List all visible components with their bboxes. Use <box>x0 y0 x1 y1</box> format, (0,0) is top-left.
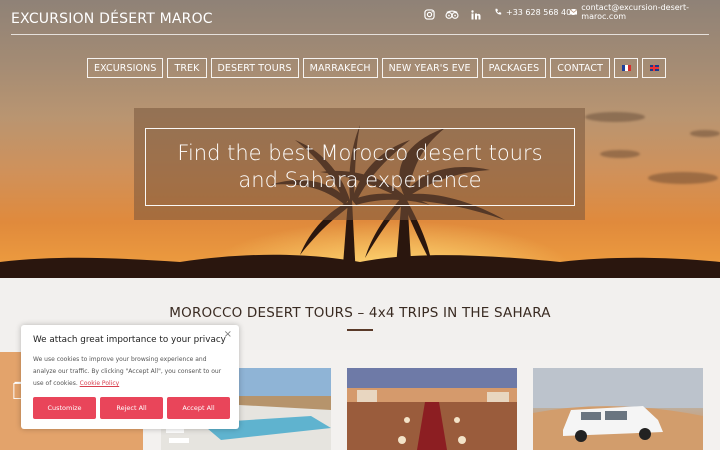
phone-icon <box>495 8 502 15</box>
email-contact[interactable]: contact@excursion-desert-maroc.com <box>570 3 720 21</box>
tripadvisor-icon[interactable] <box>445 5 461 24</box>
nav-item-contact[interactable]: CONTACT <box>550 58 611 78</box>
english-flag-icon <box>649 65 659 71</box>
nav-item-trek[interactable]: TREK <box>167 58 207 78</box>
nav-item-packages[interactable]: PACKAGES <box>481 58 547 78</box>
language-fr-button[interactable] <box>614 58 639 78</box>
title-underline <box>347 329 373 331</box>
tour-card-image[interactable] <box>347 368 517 450</box>
cookie-policy-link[interactable]: Cookie Policy <box>80 380 120 387</box>
accept-all-button[interactable]: Accept All <box>167 397 230 419</box>
cookie-description: We use cookies to improve your browsing … <box>33 354 227 390</box>
4x4-vehicle-photo <box>533 368 703 450</box>
hero-headline: Find the best Morocco desert tours and S… <box>145 128 575 206</box>
phone-number: +33 628 568 405 <box>506 7 577 17</box>
email-address: contact@excursion-desert-maroc.com <box>581 3 689 21</box>
instagram-icon[interactable] <box>424 5 435 24</box>
french-flag-icon <box>621 65 631 71</box>
close-icon[interactable]: × <box>224 329 232 340</box>
site-logo[interactable]: EXCURSION DÉSERT MAROC <box>11 11 213 27</box>
section-title: MOROCCO DESERT TOURS – 4x4 TRIPS IN THE … <box>169 305 551 321</box>
language-en-button[interactable] <box>642 58 667 78</box>
nav-item-new-years-eve[interactable]: NEW YEAR'S EVE <box>381 58 478 78</box>
cookie-text: We use cookies to improve your browsing … <box>33 356 222 387</box>
hero-banner: EXCURSION DÉSERT MAROC +33 628 568 405 c… <box>0 0 720 278</box>
linkedin-icon[interactable] <box>471 5 481 24</box>
tour-card-image[interactable] <box>533 368 703 450</box>
nav-item-desert-tours[interactable]: DESERT TOURS <box>210 58 299 78</box>
nav-item-excursions[interactable]: EXCURSIONS <box>87 58 164 78</box>
phone-contact[interactable]: +33 628 568 405 <box>494 5 576 19</box>
email-icon <box>570 9 578 15</box>
social-links <box>424 5 481 24</box>
main-navigation: EXCURSIONS TREK DESERT TOURS MARRAKECH N… <box>87 58 667 78</box>
desert-camp-photo <box>347 368 517 450</box>
header-divider <box>11 34 709 35</box>
cookie-buttons: Customize Reject All Accept All <box>33 397 230 419</box>
cookie-title: We attach great importance to your priva… <box>33 335 226 345</box>
nav-item-marrakech[interactable]: MARRAKECH <box>302 58 378 78</box>
reject-all-button[interactable]: Reject All <box>100 397 163 419</box>
top-bar: EXCURSION DÉSERT MAROC +33 628 568 405 c… <box>0 0 720 36</box>
customize-button[interactable]: Customize <box>33 397 96 419</box>
cookie-consent-dialog: × We attach great importance to your pri… <box>21 325 239 429</box>
